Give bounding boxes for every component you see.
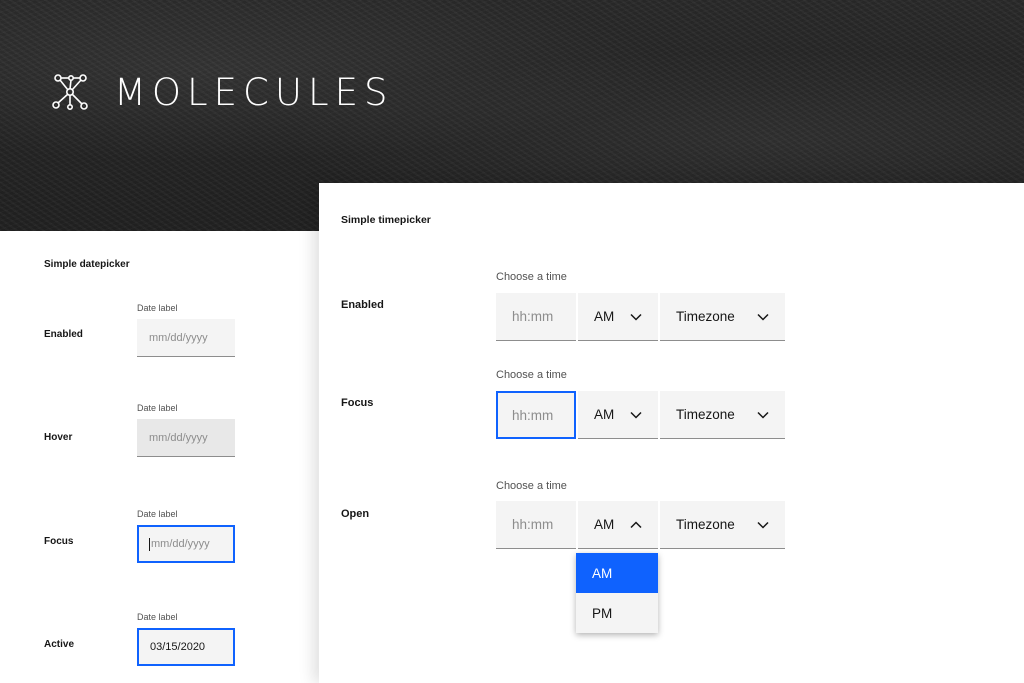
time-placeholder: hh:mm — [512, 309, 554, 324]
row-label-enabled: Enabled — [341, 299, 384, 311]
chevron-down-icon — [630, 313, 642, 321]
date-input-hover[interactable]: mm/dd/yyyy — [137, 419, 235, 457]
timezone-select-open[interactable]: Timezone — [660, 501, 785, 549]
period-dropdown-menu: AM PM — [576, 553, 658, 633]
chevron-down-icon — [757, 521, 769, 529]
time-placeholder: hh:mm — [512, 407, 554, 423]
row-label-focus: Focus — [44, 536, 74, 547]
timepicker-heading: Simple timepicker — [341, 214, 431, 226]
date-placeholder: mm/dd/yyyy — [151, 538, 210, 550]
chevron-down-icon — [757, 411, 769, 419]
timezone-value: Timezone — [676, 309, 735, 324]
time-field-label: Choose a time — [496, 480, 567, 492]
datepicker-heading: Simple datepicker — [44, 259, 130, 270]
chevron-down-icon — [630, 411, 642, 419]
datepicker-panel: Simple datepicker Date label Enabled mm/… — [0, 231, 330, 683]
page-title: MOLECULES — [114, 70, 394, 114]
time-input-open[interactable]: hh:mm — [496, 501, 576, 549]
row-label-hover: Hover — [44, 432, 73, 443]
chevron-down-icon — [757, 313, 769, 321]
time-field-label: Choose a time — [496, 369, 567, 381]
molecule-icon — [50, 72, 90, 112]
period-select-focus[interactable]: AM — [578, 391, 658, 439]
timezone-value: Timezone — [676, 407, 735, 422]
dropdown-option-am[interactable]: AM — [576, 553, 658, 593]
row-label-enabled: Enabled — [44, 329, 83, 340]
date-input-focus[interactable]: mm/dd/yyyy — [137, 525, 235, 563]
timezone-value: Timezone — [676, 517, 735, 532]
row-label-focus: Focus — [341, 397, 374, 409]
date-input-active[interactable]: 03/15/2020 — [137, 628, 235, 666]
date-placeholder: mm/dd/yyyy — [149, 331, 208, 344]
date-field-label: Date label — [137, 403, 178, 413]
chevron-up-icon — [630, 520, 642, 529]
time-input-focus[interactable]: hh:mm — [496, 391, 576, 439]
dropdown-option-pm[interactable]: PM — [576, 593, 658, 633]
date-value: 03/15/2020 — [150, 641, 206, 653]
date-input-enabled[interactable]: mm/dd/yyyy — [137, 319, 235, 357]
period-select-open[interactable]: AM — [578, 501, 658, 549]
timezone-select-enabled[interactable]: Timezone — [660, 293, 785, 341]
date-field-label: Date label — [137, 303, 178, 313]
time-field-label: Choose a time — [496, 271, 567, 283]
brand: MOLECULES — [50, 70, 393, 114]
text-cursor — [149, 537, 150, 551]
row-label-open: Open — [341, 508, 370, 520]
date-field-label: Date label — [137, 612, 178, 622]
date-field-label: Date label — [137, 509, 178, 519]
period-value: AM — [594, 517, 615, 532]
period-select-enabled[interactable]: AM — [578, 293, 658, 341]
time-placeholder: hh:mm — [512, 517, 554, 532]
period-value: AM — [594, 407, 615, 422]
timepicker-panel: Simple timepicker Choose a time Enabled … — [319, 183, 1024, 683]
timezone-select-focus[interactable]: Timezone — [660, 391, 785, 439]
time-input-enabled[interactable]: hh:mm — [496, 293, 576, 341]
date-placeholder: mm/dd/yyyy — [149, 431, 208, 444]
row-label-active: Active — [44, 639, 75, 650]
period-value: AM — [594, 309, 615, 324]
